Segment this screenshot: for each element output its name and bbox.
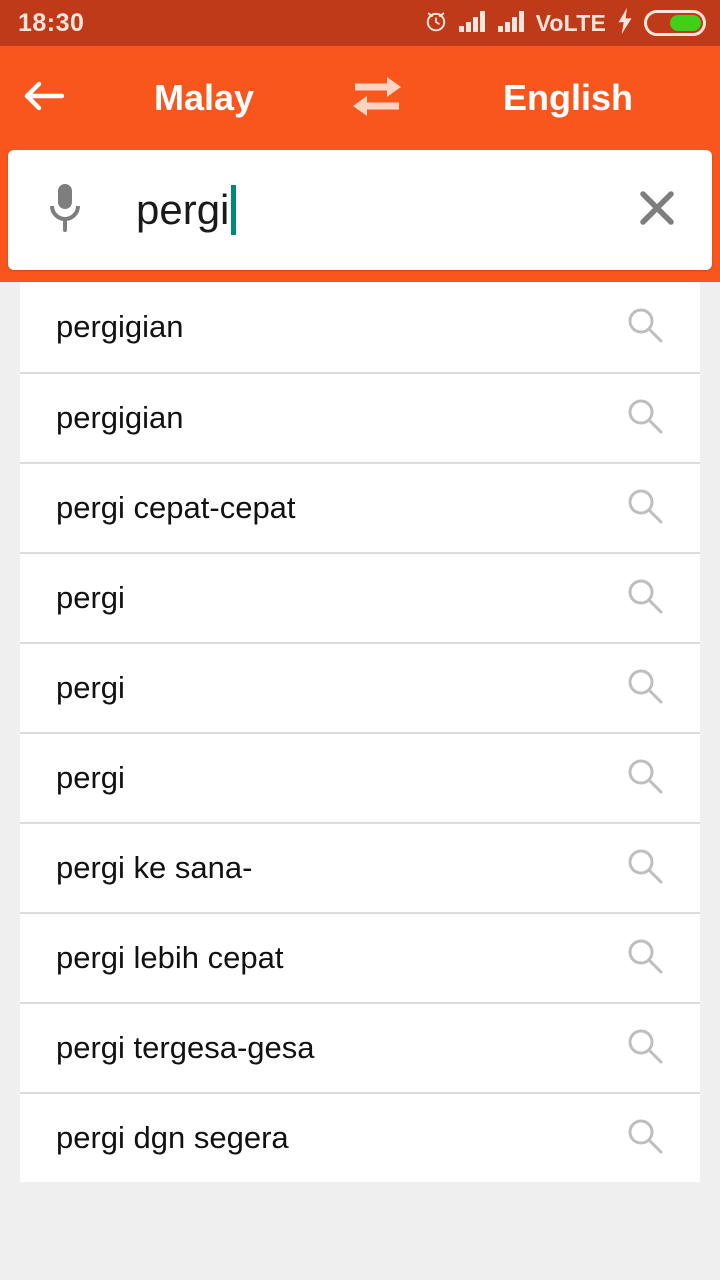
- battery-fill: [669, 15, 701, 31]
- list-item[interactable]: pergi lebih cepat: [20, 912, 700, 1002]
- back-arrow-icon: [20, 77, 66, 120]
- list-item[interactable]: pergi ke sana-: [20, 822, 700, 912]
- text-caret: [231, 185, 237, 235]
- microphone-icon: [43, 180, 87, 241]
- list-item[interactable]: pergigian: [20, 282, 700, 372]
- search-region: pergi: [0, 150, 720, 282]
- close-x-icon: [634, 185, 680, 236]
- list-item[interactable]: pergi: [20, 552, 700, 642]
- alarm-clock-icon: [423, 8, 449, 39]
- swap-languages-button[interactable]: [322, 46, 432, 150]
- signal-bars-icon-sim1: [458, 9, 488, 38]
- lightning-bolt-icon: [615, 7, 635, 39]
- list-item[interactable]: pergi cepat-cepat: [20, 462, 700, 552]
- search-magnifier-icon[interactable]: [624, 755, 666, 802]
- back-button[interactable]: [0, 46, 86, 150]
- suggestion-label: pergi: [56, 670, 125, 705]
- suggestion-label: pergi tergesa-gesa: [56, 1030, 315, 1065]
- search-magnifier-icon[interactable]: [624, 304, 666, 351]
- search-magnifier-icon[interactable]: [624, 1025, 666, 1072]
- search-magnifier-icon[interactable]: [624, 575, 666, 622]
- status-icons: VoLTE: [423, 7, 706, 39]
- search-magnifier-icon[interactable]: [624, 935, 666, 982]
- suggestion-label: pergigian: [56, 400, 184, 435]
- volte-label: VoLTE: [535, 9, 606, 36]
- target-language-button[interactable]: English: [432, 77, 720, 119]
- search-input[interactable]: pergi: [96, 185, 624, 235]
- voice-input-button[interactable]: [34, 180, 96, 241]
- battery-icon: [644, 10, 706, 36]
- suggestion-label: pergi lebih cepat: [56, 940, 284, 975]
- list-item[interactable]: pergi: [20, 642, 700, 732]
- list-item[interactable]: pergi dgn segera: [20, 1092, 700, 1182]
- list-item[interactable]: pergi tergesa-gesa: [20, 1002, 700, 1092]
- search-magnifier-icon[interactable]: [624, 665, 666, 712]
- suggestion-list[interactable]: pergigian pergigian pergi cepat-cepat pe…: [0, 282, 720, 1280]
- app-screen: 18:30 VoLTE Malay English pergi pergigia…: [0, 0, 720, 1280]
- search-magnifier-icon[interactable]: [624, 485, 666, 532]
- search-magnifier-icon[interactable]: [624, 395, 666, 442]
- suggestion-label: pergigian: [56, 309, 184, 344]
- list-item[interactable]: pergigian: [20, 372, 700, 462]
- suggestion-label: pergi cepat-cepat: [56, 490, 296, 525]
- search-box[interactable]: pergi: [8, 150, 712, 270]
- search-magnifier-icon[interactable]: [624, 1115, 666, 1162]
- source-language-button[interactable]: Malay: [86, 77, 322, 119]
- signal-bars-icon-sim2: [497, 9, 527, 38]
- search-input-value: pergi: [136, 186, 230, 233]
- suggestion-label: pergi dgn segera: [56, 1120, 289, 1155]
- status-bar: 18:30 VoLTE: [0, 0, 720, 46]
- clear-search-button[interactable]: [624, 185, 690, 236]
- suggestion-label: pergi: [56, 760, 125, 795]
- suggestion-label: pergi: [56, 580, 125, 615]
- swap-arrows-icon: [349, 73, 405, 124]
- suggestion-list-card: pergigian pergigian pergi cepat-cepat pe…: [20, 282, 700, 1182]
- status-time: 18:30: [18, 8, 85, 37]
- suggestion-label: pergi ke sana-: [56, 850, 253, 885]
- app-header: Malay English: [0, 46, 720, 150]
- search-magnifier-icon[interactable]: [624, 845, 666, 892]
- list-item[interactable]: pergi: [20, 732, 700, 822]
